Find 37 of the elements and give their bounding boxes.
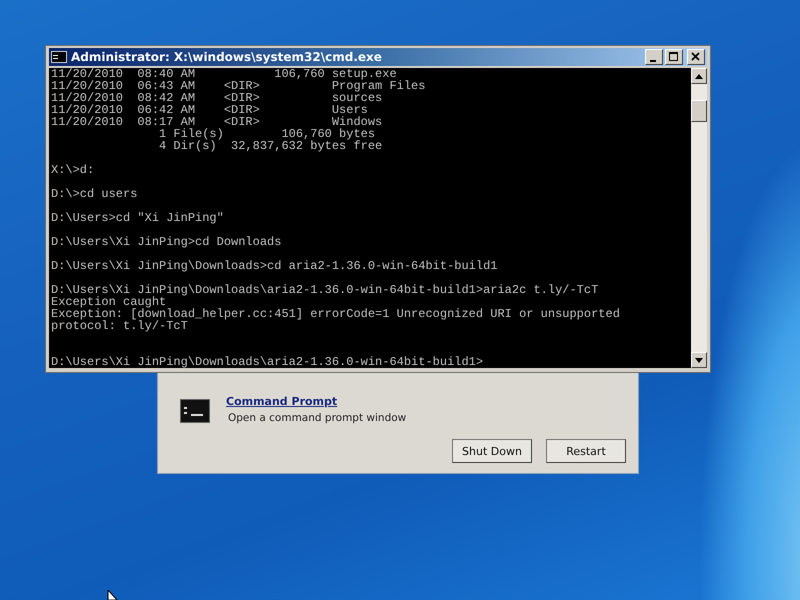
console-line: 11/20/2010 06:43 AM <DIR> Program Files (51, 80, 426, 92)
console-line: D:\Users\Xi JinPing>cd Downloads (51, 236, 282, 248)
console-line: 11/20/2010 06:42 AM <DIR> Users (51, 104, 368, 116)
console-line: 11/20/2010 08:42 AM <DIR> sources (51, 92, 384, 104)
console-icon (51, 51, 67, 63)
close-button[interactable] (687, 49, 705, 65)
mouse-pointer-icon (107, 590, 119, 600)
console-line: D:\Users\Xi JinPing\Downloads>cd aria2-1.36.0-win-64bit-build1 (51, 260, 498, 272)
minimize-icon (650, 60, 656, 62)
scroll-down-button[interactable] (691, 352, 707, 368)
scroll-thumb[interactable] (691, 100, 707, 122)
maximize-button[interactable] (665, 49, 683, 65)
console-line: 11/20/2010 08:40 AM 106,760 setup.exe (51, 68, 397, 80)
dialog-button[interactable]: Restart (546, 439, 626, 463)
console-line: D:\>cd users (51, 188, 138, 200)
console-line: D:\Users\Xi JinPing\Downloads\aria2-1.36.0-win-64bit-build1>aria2c t.ly/-TcT (51, 284, 600, 296)
maximize-icon (669, 52, 679, 62)
console-line: Exception: [download_helper.cc:451] errorCode=1 Unrecognized URI or unsupported (51, 308, 621, 320)
console-line: 1 File(s) 106,760 bytes (158, 128, 376, 140)
minimize-button[interactable] (645, 49, 663, 65)
dialog-button[interactable]: Shut Down (452, 439, 532, 463)
down-arrow-icon (695, 358, 703, 362)
console-line: D:\Users>cd "Xi JinPing" (51, 212, 225, 224)
command-prompt-icon (180, 399, 210, 423)
console-line: protocol: t.ly/-TcT (51, 320, 188, 332)
up-arrow-icon (695, 74, 703, 78)
console-line: D:\Users\Xi JinPing\Downloads\aria2-1.36.0-win-64bit-build1> (51, 356, 484, 368)
scrollbar[interactable] (691, 68, 707, 368)
close-icon (691, 52, 701, 62)
console-line: 11/20/2010 08:17 AM <DIR> Windows (51, 116, 384, 128)
command-prompt-link[interactable]: Command Prompt (226, 395, 406, 408)
scroll-up-button[interactable] (691, 68, 707, 84)
window-title: Administrator: X:\windows\system32\cmd.exe (71, 50, 383, 64)
console-line: X:\>d: (51, 164, 96, 176)
console-line: 4 Dir(s) 32,837,632 bytes free (158, 140, 384, 152)
tool-description: Open a command prompt window (228, 412, 406, 424)
console-line: Exception caught (51, 296, 166, 308)
